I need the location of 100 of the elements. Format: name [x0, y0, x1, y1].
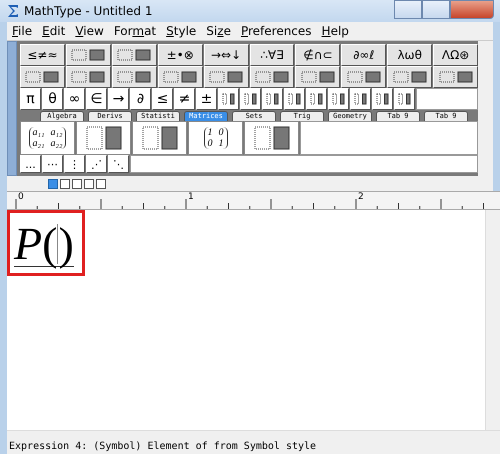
template-icon — [116, 48, 152, 62]
template-icon — [375, 92, 390, 106]
matrix-button[interactable] — [76, 121, 131, 155]
palette-button[interactable]: →⇔↓ — [204, 44, 249, 66]
template-icon — [397, 92, 412, 106]
palette-button[interactable]: ∂∞ℓ — [341, 44, 386, 66]
palette-button[interactable]: ∈ — [86, 88, 107, 110]
template-icon — [116, 70, 152, 84]
palette-button[interactable] — [218, 88, 239, 110]
palette-button[interactable] — [328, 88, 349, 110]
palette-button[interactable] — [250, 66, 294, 88]
menu-item[interactable]: View — [70, 24, 109, 38]
palette-button[interactable]: ≠ — [174, 88, 195, 110]
palette-button[interactable] — [204, 66, 249, 88]
template-icon — [287, 92, 302, 106]
matrix-entry: a₁₁ — [32, 127, 44, 138]
template-icon — [221, 92, 236, 106]
template-icon — [254, 70, 290, 84]
palette-button[interactable]: ∞ — [64, 88, 85, 110]
palette-button[interactable]: → — [108, 88, 129, 110]
template-icon — [208, 70, 244, 84]
matrix-entry: 0 — [218, 127, 224, 138]
template-icon — [265, 92, 280, 106]
view-button[interactable] — [84, 179, 94, 189]
ruler-label: 2 — [358, 192, 364, 202]
template-icon — [392, 70, 428, 84]
palette-button[interactable]: ±•⊗ — [158, 44, 203, 66]
palette-button[interactable] — [295, 66, 340, 88]
palette-button[interactable] — [433, 66, 478, 88]
view-button[interactable] — [60, 179, 70, 189]
template-icon — [331, 92, 346, 106]
matrix-button[interactable] — [244, 121, 299, 155]
window-title: MathType - Untitled 1 — [24, 4, 154, 18]
matrix-button[interactable]: a₁₁ a₁₂ a₂₁ a₂₂ — [20, 121, 75, 155]
matrix-entry: 1 — [218, 138, 224, 149]
ellipsis-button[interactable]: ⋱ — [108, 155, 129, 173]
menu-item[interactable]: File — [7, 24, 38, 38]
palette-button[interactable] — [350, 88, 371, 110]
matrix-button[interactable] — [132, 121, 187, 155]
matrix-entry: a₂₁ — [32, 138, 44, 149]
template-icon — [346, 70, 382, 84]
template-icon — [353, 92, 368, 106]
palette-button[interactable] — [394, 88, 415, 110]
palette-button[interactable]: ± — [196, 88, 217, 110]
template-icon — [300, 70, 336, 84]
template-icon — [243, 92, 258, 106]
palette-button[interactable]: ∉∩⊂ — [295, 44, 340, 66]
ellipsis-button[interactable]: ⋯ — [42, 155, 63, 173]
matrix-entry: 0 — [208, 138, 212, 149]
matrix-button[interactable]: 1 0 0 1 — [188, 121, 243, 155]
palette-button[interactable] — [341, 66, 386, 88]
palette-button[interactable] — [66, 44, 111, 66]
template-icon — [309, 92, 324, 106]
palette-button[interactable] — [66, 66, 111, 88]
template-icon — [140, 125, 178, 151]
palette-button[interactable] — [284, 88, 305, 110]
palette-button[interactable] — [112, 66, 157, 88]
matrix-entry: a₁₂ — [50, 127, 62, 138]
palette-button[interactable] — [372, 88, 393, 110]
menu-item[interactable]: Size — [201, 24, 236, 38]
math-expression: P() — [14, 222, 74, 267]
view-button[interactable] — [96, 179, 106, 189]
menu-item[interactable]: Style — [161, 24, 202, 38]
ellipsis-button[interactable]: ⋰ — [86, 155, 107, 173]
palette-button[interactable] — [112, 44, 157, 66]
palette-button[interactable] — [262, 88, 283, 110]
menu-item[interactable]: Edit — [37, 24, 70, 38]
minimize-button[interactable] — [394, 0, 422, 18]
palette-button[interactable] — [306, 88, 327, 110]
ellipsis-button[interactable]: ... — [20, 155, 41, 173]
template-icon — [162, 70, 198, 84]
palette-button[interactable] — [387, 66, 432, 88]
menu-item[interactable]: Help — [316, 24, 354, 38]
ellipsis-button[interactable]: ⋮ — [64, 155, 85, 173]
template-icon — [252, 125, 290, 151]
maximize-button[interactable] — [422, 0, 450, 18]
menu-item[interactable]: Preferences — [236, 24, 317, 38]
palette-button[interactable]: ∂ — [130, 88, 151, 110]
ruler-label: 1 — [188, 192, 194, 202]
template-icon — [24, 70, 60, 84]
palette-button[interactable] — [240, 88, 261, 110]
view-button[interactable] — [72, 179, 82, 189]
matrix-entry: a₂₂ — [50, 138, 62, 149]
palette-grip[interactable] — [7, 41, 17, 176]
palette-button[interactable]: λωθ — [387, 44, 432, 66]
template-icon — [84, 125, 122, 151]
palette-button[interactable]: ≤≠≈ — [20, 44, 65, 66]
template-icon — [438, 70, 474, 84]
palette-button[interactable] — [20, 66, 65, 88]
palette-button[interactable]: ∴∀∃ — [250, 44, 294, 66]
template-icon — [70, 70, 106, 84]
palette-button[interactable]: π — [20, 88, 41, 110]
palette-button[interactable]: ΛΩ⊛ — [433, 44, 478, 66]
sigma-icon — [6, 4, 20, 18]
palette-button[interactable] — [158, 66, 203, 88]
template-icon — [70, 48, 106, 62]
menu-item[interactable]: Format — [108, 24, 162, 38]
palette-button[interactable]: θ — [42, 88, 63, 110]
ruler-label: 0 — [18, 192, 24, 202]
palette-button[interactable]: ≤ — [152, 88, 173, 110]
